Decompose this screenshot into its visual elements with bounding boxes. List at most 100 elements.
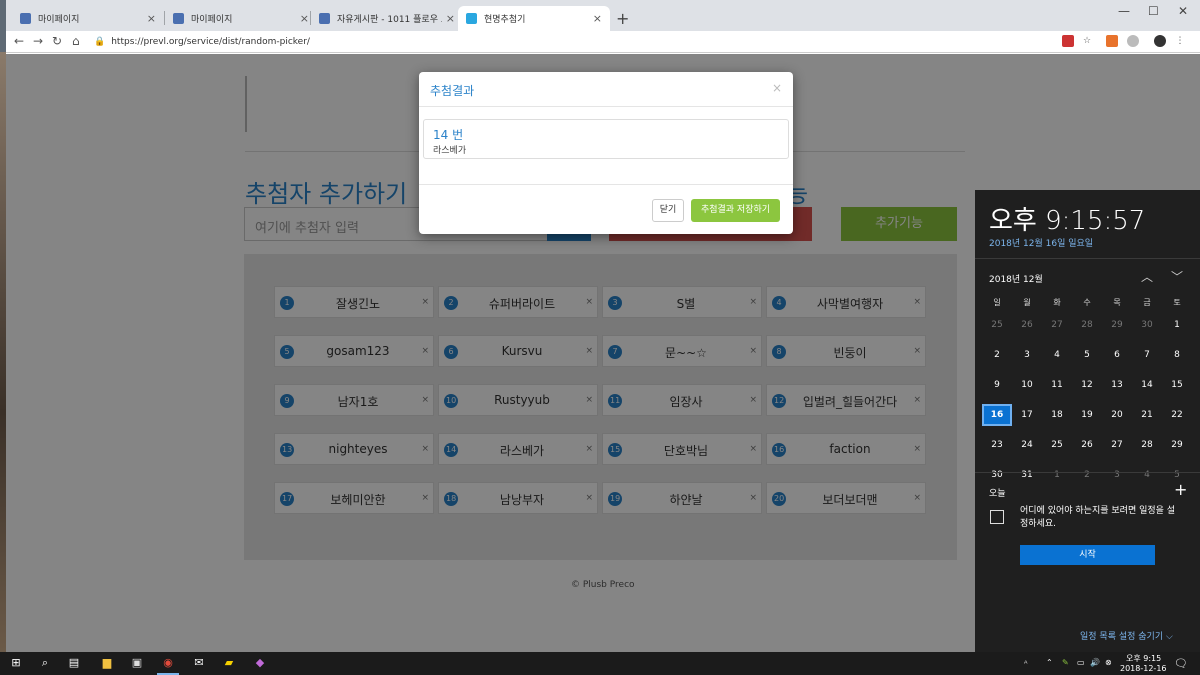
weekday-label: 일 xyxy=(993,298,1001,307)
calendar-day[interactable]: 17 xyxy=(1012,404,1042,426)
home-icon[interactable]: ⌂ xyxy=(72,34,80,48)
calendar-day[interactable]: 3 xyxy=(1102,464,1132,486)
calendar-day[interactable]: 4 xyxy=(1042,344,1072,366)
windows-start-icon[interactable]: ⊞ xyxy=(8,655,24,671)
calendar-day[interactable]: 3 xyxy=(1012,344,1042,366)
divider xyxy=(975,258,1200,259)
search-icon[interactable]: ⌕ xyxy=(37,655,53,671)
input-method-icon[interactable]: ᴬ xyxy=(1024,659,1027,668)
hide-agenda-link[interactable]: 일정 목록 설정 숨기기 ⌵ xyxy=(1080,629,1173,642)
extension-icon[interactable] xyxy=(1106,35,1118,47)
close-icon[interactable]: × xyxy=(593,12,602,25)
result-modal: 추첨결과 × 14 번 라스베가 닫기 추첨결과 저장하기 xyxy=(419,72,793,234)
calendar-day[interactable]: 1 xyxy=(1162,314,1192,336)
start-button[interactable]: 시작 xyxy=(1020,545,1155,565)
calendar-day[interactable]: 12 xyxy=(1072,374,1102,396)
modal-header: 추첨결과 × xyxy=(419,72,793,107)
network-icon[interactable]: ▭ xyxy=(1077,658,1085,667)
tab-random-picker[interactable]: 현명추첨기 × xyxy=(458,6,610,31)
extension-icon[interactable] xyxy=(1062,35,1074,47)
calendar-day[interactable]: 27 xyxy=(1042,314,1072,336)
calendar-day[interactable]: 30 xyxy=(1132,314,1162,336)
calendar-day[interactable]: 18 xyxy=(1042,404,1072,426)
calendar-day[interactable]: 20 xyxy=(1102,404,1132,426)
save-result-button[interactable]: 추첨결과 저장하기 xyxy=(691,199,780,222)
calendar-day[interactable]: 29 xyxy=(1102,314,1132,336)
calendar-day[interactable]: 28 xyxy=(1132,434,1162,456)
task-view-icon[interactable]: ▤ xyxy=(66,655,82,671)
calendar-day[interactable]: 22 xyxy=(1162,404,1192,426)
calendar-day[interactable]: 26 xyxy=(1012,314,1042,336)
calendar-day[interactable]: 6 xyxy=(1102,344,1132,366)
chevron-up-icon[interactable]: ⌃ xyxy=(1046,658,1053,667)
taskbar-date[interactable]: 2018-12-16 xyxy=(1120,664,1167,673)
calendar-day-today[interactable]: 16 xyxy=(982,404,1012,426)
calendar-day[interactable]: 10 xyxy=(1012,374,1042,396)
action-center-icon[interactable]: 🗨 xyxy=(1174,657,1188,670)
reload-icon[interactable]: ↻ xyxy=(52,34,62,48)
close-icon[interactable]: × xyxy=(446,12,455,25)
calendar-day[interactable]: 7 xyxy=(1132,344,1162,366)
notification-off-icon[interactable]: ⊗ xyxy=(1105,658,1112,667)
result-name: 라스베가 xyxy=(433,146,467,156)
close-button[interactable]: 닫기 xyxy=(652,199,684,222)
avatar[interactable] xyxy=(1154,35,1166,47)
store-icon[interactable]: ▣ xyxy=(129,655,145,671)
minimize-icon[interactable]: — xyxy=(1118,4,1130,18)
calendar-day[interactable]: 14 xyxy=(1132,374,1162,396)
calendar-day[interactable]: 30 xyxy=(982,464,1012,486)
calendar-day[interactable]: 28 xyxy=(1072,314,1102,336)
taskbar: ⊞ ⌕ ▤ ▆ ▣ ◉ ✉ ▰ ◆ ᴬ ⌃ ✎ ▭ 🔊 ⊗ 오후 9:15 20… xyxy=(0,652,1200,675)
calendar-day[interactable]: 4 xyxy=(1132,464,1162,486)
calendar-day[interactable]: 5 xyxy=(1072,344,1102,366)
forward-icon[interactable]: → xyxy=(33,34,43,48)
taskbar-time[interactable]: 오후 9:15 xyxy=(1126,653,1161,664)
close-icon[interactable]: × xyxy=(147,12,156,25)
app-icon[interactable]: ◆ xyxy=(252,655,268,671)
calendar-day[interactable]: 31 xyxy=(1012,464,1042,486)
calendar-day[interactable]: 1 xyxy=(1042,464,1072,486)
chrome-icon[interactable]: ◉ xyxy=(160,655,176,671)
file-explorer-icon[interactable]: ▆ xyxy=(99,655,115,671)
maximize-icon[interactable]: ☐ xyxy=(1148,4,1159,18)
calendar-day[interactable]: 25 xyxy=(1042,434,1072,456)
new-tab-icon[interactable]: + xyxy=(616,9,629,28)
calendar-day[interactable]: 23 xyxy=(982,434,1012,456)
add-event-icon[interactable]: + xyxy=(1174,480,1187,499)
chevron-up-icon[interactable]: ︿ xyxy=(1141,268,1153,285)
calendar-month[interactable]: 2018년 12월 xyxy=(989,272,1043,285)
calendar-day[interactable]: 2 xyxy=(982,344,1012,366)
close-icon[interactable]: × xyxy=(300,12,309,25)
bookmark-star-icon[interactable]: ☆ xyxy=(1081,35,1093,47)
tab-mypage-1[interactable]: 마이페이지 × xyxy=(12,6,164,31)
back-icon[interactable]: ← xyxy=(14,34,24,48)
window-close-icon[interactable]: ✕ xyxy=(1178,4,1188,18)
tray-app-icon[interactable]: ✎ xyxy=(1062,658,1069,667)
volume-icon[interactable]: 🔊 xyxy=(1090,658,1100,667)
calendar-day[interactable]: 26 xyxy=(1072,434,1102,456)
calendar-day[interactable]: 9 xyxy=(982,374,1012,396)
weekday-label: 금 xyxy=(1143,298,1151,307)
calendar-day[interactable]: 15 xyxy=(1162,374,1192,396)
calendar-day[interactable]: 2 xyxy=(1072,464,1102,486)
close-icon[interactable]: × xyxy=(772,81,782,95)
extension-icon[interactable] xyxy=(1127,35,1139,47)
clock-date[interactable]: 2018년 12월 16일 일요일 xyxy=(989,236,1093,249)
clock-calendar-flyout: 오후 9:15:57 2018년 12월 16일 일요일 2018년 12월 ︿… xyxy=(975,190,1200,652)
calendar-day[interactable]: 29 xyxy=(1162,434,1192,456)
calendar-day[interactable]: 13 xyxy=(1102,374,1132,396)
calendar-day[interactable]: 25 xyxy=(982,314,1012,336)
mail-icon[interactable]: ✉ xyxy=(191,655,207,671)
calendar-day[interactable]: 11 xyxy=(1042,374,1072,396)
address-bar[interactable]: 🔒 https://prevl.org/service/dist/random-… xyxy=(94,32,1054,51)
calendar-day[interactable]: 21 xyxy=(1132,404,1162,426)
chevron-down-icon[interactable]: ﹀ xyxy=(1171,268,1183,285)
menu-icon[interactable]: ⋮ xyxy=(1174,35,1186,47)
calendar-day[interactable]: 27 xyxy=(1102,434,1132,456)
calendar-day[interactable]: 8 xyxy=(1162,344,1192,366)
kakaotalk-icon[interactable]: ▰ xyxy=(221,655,237,671)
calendar-day[interactable]: 24 xyxy=(1012,434,1042,456)
tab-mypage-2[interactable]: 마이페이지 × xyxy=(165,6,317,31)
calendar-day[interactable]: 19 xyxy=(1072,404,1102,426)
tab-free-board[interactable]: 자유게시판 - 1011 플로우 보마드 × xyxy=(311,6,463,31)
